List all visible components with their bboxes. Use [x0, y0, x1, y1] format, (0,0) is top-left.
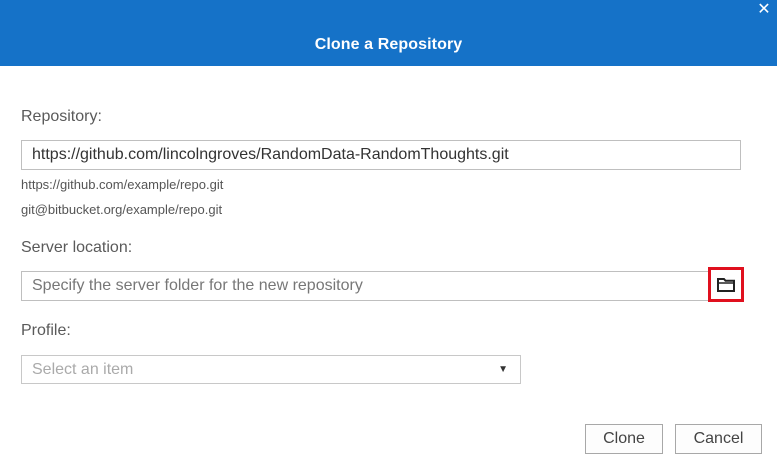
server-location-label: Server location: [21, 239, 133, 256]
cancel-button[interactable]: Cancel [675, 424, 762, 454]
repository-label: Repository: [21, 108, 102, 125]
repository-hint-ssh: git@bitbucket.org/example/repo.git [21, 202, 223, 217]
profile-label: Profile: [21, 322, 71, 339]
browse-folder-button[interactable] [708, 267, 744, 302]
repository-input[interactable] [21, 140, 741, 170]
server-location-input[interactable] [21, 271, 741, 301]
clone-button[interactable]: Clone [585, 424, 663, 454]
dialog-header: Clone a Repository ✕ [0, 0, 777, 66]
profile-select[interactable]: Select an item ▼ [21, 355, 521, 384]
repository-hint-https: https://github.com/example/repo.git [21, 177, 224, 192]
dropdown-arrow-icon: ▼ [498, 364, 508, 375]
close-icon[interactable]: ✕ [756, 2, 772, 18]
profile-select-value: Select an item [32, 361, 134, 378]
folder-icon [717, 278, 735, 292]
dialog-title: Clone a Repository [314, 36, 463, 53]
